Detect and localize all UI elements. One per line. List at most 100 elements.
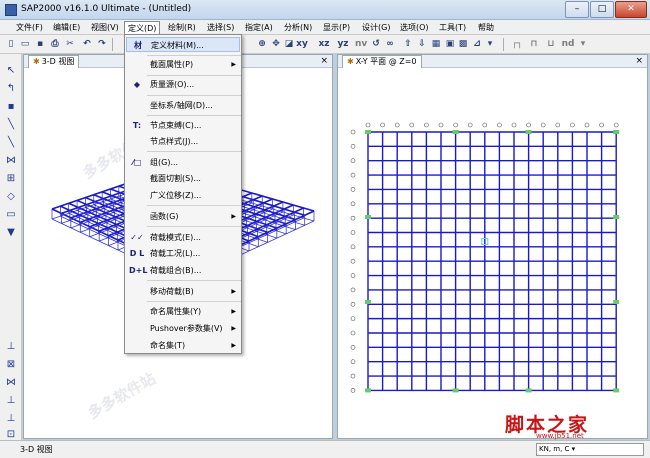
- minimize-button[interactable]: –: [565, 1, 589, 18]
- menu-section-properties[interactable]: 截面属性(P) ▶: [126, 57, 240, 72]
- mass-source-icon: ◆: [133, 80, 141, 89]
- reshape-icon[interactable]: ↰: [4, 82, 18, 96]
- up-arrow-icon[interactable]: ⇧: [402, 37, 414, 52]
- menu-section-cuts[interactable]: 截面切割(S)...: [126, 171, 240, 186]
- new-file-icon[interactable]: ▯: [4, 37, 18, 52]
- menu-define[interactable]: 定义(D): [124, 21, 161, 34]
- menu-define-materials[interactable]: 材 定义材料(M)...: [126, 37, 240, 52]
- draw-poly-area-icon[interactable]: ◇: [4, 190, 18, 204]
- frame-hinge-icon[interactable]: ⊓: [527, 37, 541, 52]
- menu-tools[interactable]: 工具(T): [436, 21, 469, 34]
- menu-mass-source[interactable]: ◆ 质量源(O)...: [126, 77, 240, 92]
- menu-help[interactable]: 帮助: [475, 21, 497, 34]
- menu-joint-patterns[interactable]: 节点样式(J)...: [126, 134, 240, 149]
- menu-view[interactable]: 视图(V): [88, 21, 122, 34]
- draw-area-icon[interactable]: ⊞: [4, 172, 18, 186]
- menu-select[interactable]: 选择(S): [204, 21, 237, 34]
- load-pattern-icon: ✓✓: [130, 233, 144, 242]
- menu-draw[interactable]: 绘制(R): [165, 21, 199, 34]
- snap-point-icon[interactable]: ⊥: [4, 340, 18, 354]
- left-toolbar: ↖ ↰ ▪ ╲ ╲ ⋈ ⊞ ◇ ▭ ▼ ⊥ ⊠ ⋈ ⊥ ⊥ ⊡: [0, 54, 22, 440]
- draw-rect-area-icon[interactable]: ▭: [4, 208, 18, 222]
- view-yz-icon[interactable]: yz: [337, 37, 349, 52]
- panel-close-button[interactable]: ×: [635, 55, 643, 67]
- snap-end-icon[interactable]: ⊠: [4, 358, 18, 372]
- draw-frame-icon[interactable]: ╲: [4, 118, 18, 132]
- menu-groups[interactable]: ⁄□ 组(G)...: [126, 155, 240, 170]
- menu-joint-constraints[interactable]: T: 节点束缚(C)...: [126, 118, 240, 133]
- menu-load-patterns[interactable]: ✓✓ 荷载模式(E)...: [126, 230, 240, 245]
- frame-release-icon[interactable]: ⊔: [544, 37, 558, 52]
- menu-design[interactable]: 设计(G): [359, 21, 393, 34]
- open-folder-icon[interactable]: ▭: [18, 37, 32, 52]
- menu-pushover-parameters[interactable]: Pushover参数集(V) ▶: [126, 321, 240, 336]
- plan-grid-canvas[interactable]: [338, 69, 647, 439]
- toolbar-separator: [112, 38, 113, 51]
- menu-functions[interactable]: 函数(G) ▶: [126, 209, 240, 224]
- show-forces-icon[interactable]: ⊿: [471, 37, 483, 52]
- menu-separator: [147, 301, 241, 302]
- load-combination-icon: D+L: [129, 266, 148, 275]
- snap-mid-icon[interactable]: ⋈: [4, 376, 18, 390]
- title-bar: SAP2000 v16.1.0 Ultimate - (Untitled) – …: [0, 0, 650, 20]
- menu-analyze[interactable]: 分析(N): [281, 21, 315, 34]
- tab-3d-view[interactable]: ✱ 3-D 视图: [28, 55, 80, 68]
- deformed-shape-icon[interactable]: ▩: [457, 37, 469, 52]
- snap-perp-icon[interactable]: ⊥: [4, 412, 18, 426]
- view-nv-icon[interactable]: nv: [355, 37, 367, 52]
- menu-display[interactable]: 显示(P): [320, 21, 353, 34]
- toolbar-dropdown-icon[interactable]: ▾: [578, 37, 588, 52]
- down-arrow-icon[interactable]: ⇩: [416, 37, 428, 52]
- menu-load-combinations[interactable]: D+L 荷载组合(B)...: [126, 263, 240, 278]
- draw-solid-icon[interactable]: ▼: [4, 226, 18, 240]
- menu-separator: [147, 280, 241, 281]
- cut-icon[interactable]: ✂: [63, 37, 77, 52]
- draw-frame-quick-icon[interactable]: ╲: [4, 136, 18, 150]
- snap-intersect-icon[interactable]: ⊥: [4, 394, 18, 408]
- view-xz-icon[interactable]: xz: [318, 37, 330, 52]
- view-panel-plan[interactable]: ✱ X-Y 平面 @ Z=0 ×: [337, 54, 648, 439]
- undo-icon[interactable]: ↶: [80, 37, 94, 52]
- submenu-arrow-icon: ▶: [231, 325, 236, 332]
- units-dropdown[interactable]: KN, m, C ▾: [536, 443, 644, 456]
- view-nd-icon[interactable]: nd: [561, 37, 575, 52]
- menu-assign[interactable]: 指定(A): [242, 21, 276, 34]
- draw-brace-icon[interactable]: ⋈: [4, 154, 18, 168]
- toolbar-dropdown-icon[interactable]: ▾: [484, 37, 496, 52]
- display-options-icon[interactable]: ▣: [444, 37, 456, 52]
- menu-named-property-sets[interactable]: 命名属性集(Y) ▶: [126, 304, 240, 319]
- menu-named-sets[interactable]: 命名集(T) ▶: [126, 338, 240, 353]
- maximize-button[interactable]: □: [590, 1, 614, 18]
- redo-icon[interactable]: ↷: [95, 37, 109, 52]
- set-display-icon[interactable]: ▦: [430, 37, 442, 52]
- menu-bar: 文件(F) 编辑(E) 视图(V) 定义(D) 绘制(R) 选择(S) 指定(A…: [0, 20, 650, 35]
- menu-options[interactable]: 选项(O): [397, 21, 432, 34]
- view-xy-icon[interactable]: xy: [296, 37, 308, 52]
- link-icon[interactable]: ∞: [384, 37, 396, 52]
- draw-point-icon[interactable]: ▪: [4, 100, 18, 114]
- submenu-arrow-icon: ▶: [231, 342, 236, 349]
- menu-separator: [147, 115, 241, 116]
- toolbar-separator: [503, 38, 504, 51]
- tab-xy-plane[interactable]: ✱ X-Y 平面 @ Z=0: [342, 55, 422, 68]
- pin-icon: ✱: [33, 57, 40, 66]
- menu-load-cases[interactable]: D L 荷载工况(L)...: [126, 246, 240, 261]
- frame-shape-icon[interactable]: ┌┐: [510, 37, 524, 52]
- menu-moving-loads[interactable]: 移动荷载(B) ▶: [126, 284, 240, 299]
- pan-icon[interactable]: ✥: [270, 37, 282, 52]
- save-icon[interactable]: ▪: [33, 37, 47, 52]
- print-icon[interactable]: ⎙: [48, 37, 62, 52]
- menu-edit[interactable]: 编辑(E): [50, 21, 83, 34]
- menu-file[interactable]: 文件(F): [13, 21, 46, 34]
- close-button[interactable]: ✕: [615, 1, 647, 18]
- group-icon: ⁄□: [132, 158, 142, 167]
- menu-coordinate-systems[interactable]: 坐标系/轴网(D)...: [126, 98, 240, 113]
- menu-separator: [147, 95, 241, 96]
- site-url: www.jb51.net: [536, 432, 584, 440]
- pointer-icon[interactable]: ↖: [4, 64, 18, 78]
- menu-generalized-displacements[interactable]: 广义位移(Z)...: [126, 188, 240, 203]
- panel-close-button[interactable]: ×: [320, 55, 328, 67]
- zoom-icon[interactable]: ⊕: [256, 37, 268, 52]
- 3d-view-icon[interactable]: ◪: [283, 37, 295, 52]
- rotate-icon[interactable]: ↺: [370, 37, 382, 52]
